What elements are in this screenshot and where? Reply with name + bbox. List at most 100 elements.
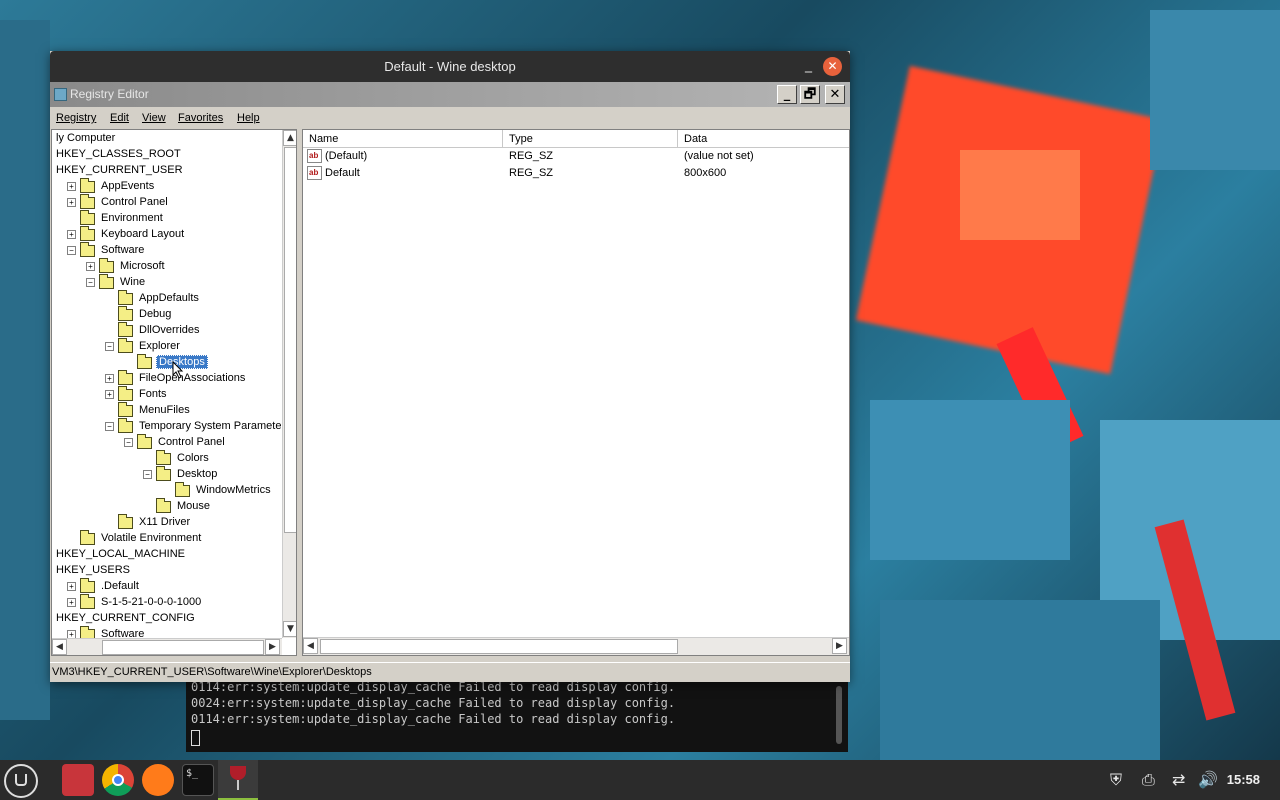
menu-favorites[interactable]: Favorites — [178, 112, 223, 124]
tree-node[interactable]: + Keyboard Layout — [52, 226, 280, 243]
tree-node[interactable]: − Wine — [52, 274, 280, 291]
tree-node[interactable]: Environment — [52, 210, 280, 227]
printer-icon[interactable]: ⎙ — [1142, 770, 1155, 790]
tree-node[interactable]: + .Default — [52, 578, 280, 595]
wine-minimize-button[interactable]: _ — [805, 57, 812, 73]
tree-node[interactable]: + Microsoft — [52, 258, 280, 275]
menu-edit[interactable]: Edit — [110, 112, 129, 124]
expand-icon[interactable]: + — [67, 582, 76, 591]
tree-node[interactable]: Colors — [52, 450, 280, 467]
network-icon[interactable]: ⇄ — [1172, 770, 1185, 789]
tree-node[interactable]: HKEY_CURRENT_CONFIG — [52, 611, 280, 627]
menu-view[interactable]: View — [142, 112, 166, 124]
list-horizontal-scrollbar[interactable]: ◀ ▶ — [303, 637, 849, 655]
scroll-down-arrow-icon[interactable]: ▼ — [283, 621, 296, 637]
tree-node[interactable]: MenuFiles — [52, 402, 280, 419]
tree-node[interactable]: AppDefaults — [52, 290, 280, 307]
tree-node[interactable]: − Software — [52, 242, 280, 259]
tree-node[interactable]: ly Computer — [52, 131, 280, 147]
regedit-maximize-button[interactable]: 🗗 — [800, 85, 820, 104]
mint-menu-icon[interactable] — [4, 764, 38, 798]
wine-task-active[interactable] — [218, 760, 258, 800]
chrome-icon[interactable] — [102, 764, 134, 796]
volume-icon[interactable]: 🔊 — [1198, 770, 1218, 789]
registry-tree[interactable]: ly Computer HKEY_CLASSES_ROOT HKEY_CURRENT… — [51, 129, 297, 656]
tree-node[interactable]: Mouse — [52, 498, 280, 515]
expand-icon[interactable]: + — [105, 390, 114, 399]
status-bar: VM3\HKEY_CURRENT_USER\Software\Wine\Expl… — [50, 662, 850, 682]
scroll-right-arrow-icon[interactable]: ▶ — [832, 638, 847, 654]
tree-node[interactable]: − Explorer — [52, 338, 280, 355]
expand-icon[interactable]: + — [105, 374, 114, 383]
wallpaper-blue-block — [0, 20, 50, 720]
tree-node[interactable]: Debug — [52, 306, 280, 323]
collapse-icon[interactable]: − — [86, 278, 95, 287]
value-data: 800x600 — [684, 167, 727, 179]
expand-icon[interactable]: + — [86, 262, 95, 271]
files-icon[interactable] — [62, 764, 94, 796]
tree-node[interactable]: + Fonts — [52, 386, 280, 403]
tree-node-label: Fonts — [139, 388, 167, 400]
collapse-icon[interactable]: − — [67, 246, 76, 255]
tree-hscroll-thumb[interactable] — [102, 640, 264, 655]
column-header-name[interactable]: Name — [303, 130, 503, 148]
menu-help[interactable]: Help — [237, 112, 260, 124]
wine-close-button[interactable]: ✕ — [823, 57, 842, 76]
terminal-icon[interactable]: $_ — [182, 764, 214, 796]
tree-node[interactable]: DllOverrides — [52, 322, 280, 339]
tree-vscroll-thumb[interactable] — [284, 147, 296, 533]
tree-node[interactable]: + S-1-5-21-0-0-0-1000 — [52, 594, 280, 611]
terminal-window[interactable]: 0114:err:system:update_display_cache Fai… — [186, 676, 848, 752]
tree-node[interactable]: − Desktop — [52, 466, 280, 483]
folder-icon — [80, 594, 95, 609]
collapse-icon[interactable]: − — [143, 470, 152, 479]
tree-node[interactable]: HKEY_LOCAL_MACHINE — [52, 547, 280, 563]
tree-node[interactable]: HKEY_USERS — [52, 563, 280, 579]
value-row[interactable]: ab (Default) REG_SZ (value not set) — [303, 148, 849, 165]
expand-icon[interactable]: + — [67, 598, 76, 607]
tree-horizontal-scrollbar[interactable]: ◀ ▶ — [52, 638, 282, 655]
values-list[interactable]: Name Type Data ab (Default) REG_SZ (valu… — [302, 129, 850, 656]
collapse-icon[interactable]: − — [105, 342, 114, 351]
firefox-icon[interactable] — [142, 764, 174, 796]
column-header-data[interactable]: Data — [678, 130, 849, 148]
regedit-minimize-button[interactable]: _ — [777, 85, 797, 104]
tree-vertical-scrollbar[interactable]: ▲ ▼ — [282, 130, 296, 638]
expand-icon[interactable]: + — [67, 182, 76, 191]
tree-node[interactable]: WindowMetrics — [52, 482, 280, 499]
regedit-close-button[interactable]: ✕ — [825, 85, 845, 104]
tree-node[interactable]: Volatile Environment — [52, 530, 280, 547]
value-row[interactable]: ab Default REG_SZ 800x600 — [303, 165, 849, 182]
tree-node[interactable]: Desktops — [52, 354, 280, 371]
scroll-up-arrow-icon[interactable]: ▲ — [283, 130, 296, 146]
terminal-scrollbar[interactable] — [836, 686, 842, 744]
expand-icon[interactable]: + — [67, 230, 76, 239]
terminal-line: 0024:err:system:update_display_cache Fai… — [191, 696, 676, 710]
tree-node[interactable]: + Control Panel — [52, 194, 280, 211]
tree-node[interactable]: − Control Panel — [52, 434, 280, 451]
folder-icon — [80, 578, 95, 593]
tree-node[interactable]: + AppEvents — [52, 178, 280, 195]
tree-node[interactable]: HKEY_CURRENT_USER — [52, 163, 280, 179]
tree-node[interactable]: + FileOpenAssociations — [52, 370, 280, 387]
clock[interactable]: 15:58 — [1227, 772, 1260, 787]
collapse-icon[interactable]: − — [105, 422, 114, 431]
shield-icon[interactable]: ⛨ — [1110, 770, 1122, 790]
terminal-line: 0114:err:system:update_display_cache Fai… — [191, 712, 676, 726]
tree-node[interactable]: X11 Driver — [52, 514, 280, 531]
value-type: REG_SZ — [509, 167, 554, 179]
scroll-left-arrow-icon[interactable]: ◀ — [303, 638, 318, 654]
scroll-left-arrow-icon[interactable]: ◀ — [52, 639, 67, 655]
tree-node[interactable]: − Temporary System Parameters — [52, 418, 291, 435]
collapse-icon[interactable]: − — [124, 438, 133, 447]
terminal-cursor — [191, 730, 200, 746]
scroll-right-arrow-icon[interactable]: ▶ — [265, 639, 280, 655]
regedit-titlebar[interactable]: Registry Editor _ 🗗 ✕ — [50, 82, 850, 107]
menu-registry[interactable]: Registry — [56, 112, 96, 124]
expand-icon[interactable]: + — [67, 198, 76, 207]
column-header-type[interactable]: Type — [503, 130, 678, 148]
list-hscroll-thumb[interactable] — [320, 639, 678, 654]
wine-titlebar[interactable]: Default - Wine desktop _ ✕ — [50, 51, 850, 82]
folder-icon — [175, 482, 190, 497]
tree-node[interactable]: HKEY_CLASSES_ROOT — [52, 147, 280, 163]
